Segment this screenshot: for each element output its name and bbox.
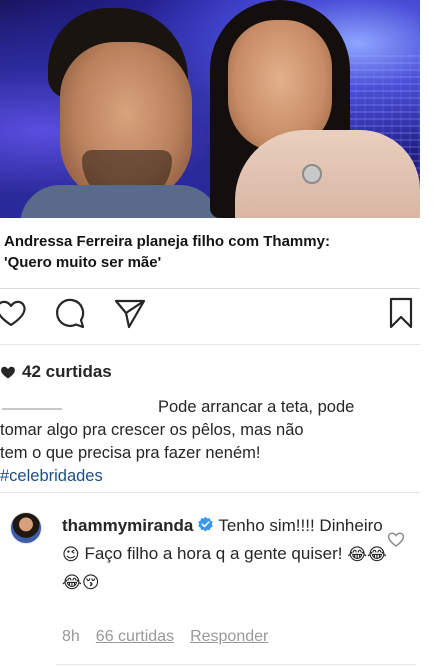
headline-line-2: 'Quero muito ser mãe'	[4, 254, 162, 271]
verified-badge-icon	[198, 516, 214, 532]
headline-divider	[0, 288, 420, 289]
photo-necklace	[302, 164, 322, 184]
bookmark-icon[interactable]	[384, 296, 418, 330]
post-headline[interactable]: Andressa Ferreira planeja filho com Tham…	[4, 231, 414, 273]
likes-row[interactable]: 42 curtidas	[0, 360, 112, 384]
instagram-post: Andressa Ferreira planeja filho com Tham…	[0, 0, 448, 666]
caption-line-3: tem o que precisa pra fazer neném!	[0, 444, 261, 462]
action-bar	[0, 296, 448, 332]
heart-filled-icon	[1, 366, 15, 379]
comment-bubble-icon[interactable]	[54, 296, 88, 330]
comment-username[interactable]: thammymiranda	[62, 516, 193, 535]
comment-like-heart-icon[interactable]	[387, 530, 405, 548]
comment-text: thammymiranda Tenho sim!!!! Dinheiro 😉 Fa…	[62, 512, 392, 596]
post-photo[interactable]	[0, 0, 420, 218]
comment: thammymiranda Tenho sim!!!! Dinheiro 😉 Fa…	[0, 506, 448, 656]
comment-meta: 8h 66 curtidas Responder	[62, 628, 268, 646]
comments-divider	[0, 492, 420, 493]
comment-time: 8h	[62, 628, 80, 645]
photo-person-right-body	[235, 130, 420, 218]
wink-emoji: 😉	[62, 545, 80, 565]
bottom-divider	[56, 664, 416, 665]
section-divider	[0, 344, 420, 345]
laughing-emoji-pair: 😂😂	[347, 545, 387, 565]
laugh-kiss-emoji-pair: 😂😚	[62, 573, 100, 593]
likes-count: 42 curtidas	[22, 362, 112, 381]
headline-line-1: Andressa Ferreira planeja filho com Tham…	[4, 233, 330, 250]
post-caption: Pode arrancar a teta, pode tomar algo pr…	[0, 396, 420, 488]
reply-button[interactable]: Responder	[190, 628, 268, 646]
comment-text-part-1: Tenho sim!!!! Dinheiro	[218, 516, 383, 535]
avatar[interactable]	[10, 512, 42, 544]
heart-outline-icon[interactable]	[0, 296, 28, 330]
caption-hashtag[interactable]: #celebridades	[0, 465, 420, 488]
comment-text-part-2: Faço filho a hora q a gente quiser!	[79, 544, 348, 563]
redacted-username	[0, 396, 150, 413]
paper-plane-icon[interactable]	[113, 296, 147, 330]
comment-likes-link[interactable]: 66 curtidas	[96, 628, 174, 646]
photo-person-left-shirt	[20, 185, 220, 218]
caption-line-2: tomar algo pra crescer os pêlos, mas não	[0, 421, 304, 439]
